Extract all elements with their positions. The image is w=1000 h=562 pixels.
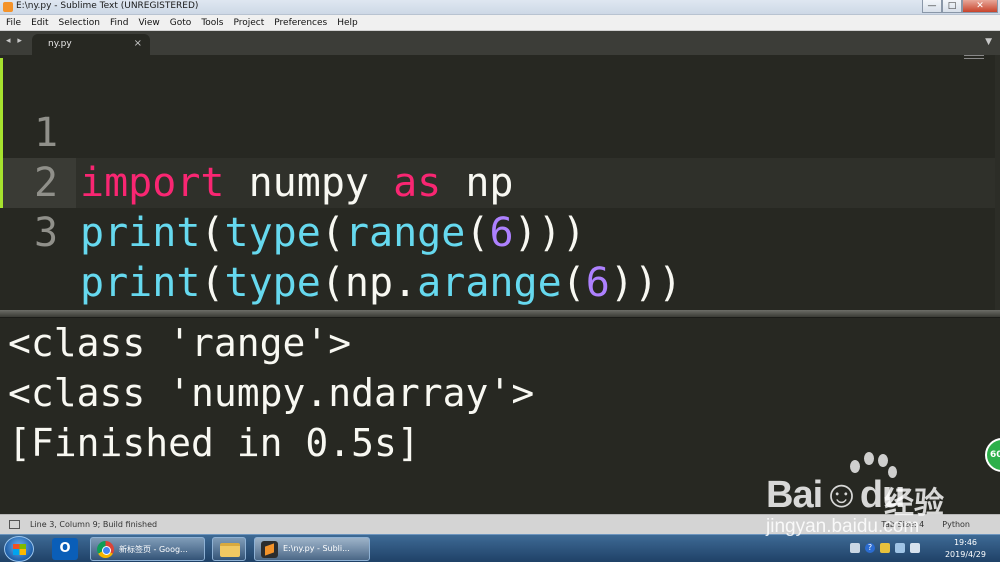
menu-preferences[interactable]: Preferences	[269, 15, 332, 30]
status-bar: Line 3, Column 9; Build finished Tab Siz…	[0, 514, 1000, 534]
line-number: 3	[34, 210, 59, 256]
code-text: print(type(np.arange(6)))	[80, 258, 682, 308]
code-token-plain: )))	[609, 260, 683, 306]
menu-find[interactable]: Find	[105, 15, 133, 30]
panel-splitter[interactable]	[0, 310, 1000, 317]
code-token-fn: type	[224, 260, 321, 306]
status-text: Line 3, Column 9; Build finished	[30, 520, 158, 529]
minimize-button[interactable]: —	[922, 0, 942, 13]
clock-time: 19:46	[953, 538, 978, 547]
output-line: <class 'numpy.ndarray'>	[8, 371, 535, 415]
taskbar-explorer-button[interactable]	[212, 537, 246, 561]
syntax-indicator[interactable]: Python	[942, 520, 970, 529]
clock[interactable]: 19:46 2019/4/29	[945, 537, 986, 561]
code-token-num: 6	[585, 260, 610, 306]
code-token-fn: range	[344, 210, 466, 256]
tab-ny-py[interactable]: ny.py ×	[32, 34, 150, 55]
tab-nav-arrows-icon[interactable]: ◂ ▸	[6, 36, 24, 46]
taskbar-sublime-button[interactable]: E:\ny.py - Subli...	[254, 537, 370, 561]
taskbar-chrome-button[interactable]: 新标签页 - Goog...	[90, 537, 205, 561]
tray-icons: ?	[850, 543, 920, 553]
code-token-plain: (np.	[320, 260, 418, 306]
output-line: [Finished in 0.5s]	[8, 421, 420, 465]
panel-toggle-icon[interactable]	[9, 520, 20, 529]
code-token-plain: (	[320, 210, 345, 256]
code-token-fn: print	[80, 260, 201, 306]
keyboard-icon[interactable]	[850, 543, 860, 553]
title-bar: E:\ny.py - Sublime Text (UNREGISTERED) —…	[0, 0, 1000, 15]
tab-size-indicator[interactable]: Tab Size: 4	[881, 520, 924, 529]
sublime-icon	[261, 541, 278, 558]
window-controls: — □ ✕	[922, 0, 998, 14]
maximize-button[interactable]: □	[942, 0, 962, 13]
taskbar-chrome-label: 新标签页 - Goog...	[119, 545, 188, 554]
code-token-fn: arange	[417, 260, 562, 306]
help-icon[interactable]: ?	[865, 543, 875, 553]
sublime-app-icon	[3, 2, 13, 12]
close-button[interactable]: ✕	[962, 0, 998, 13]
tab-label: ny.py	[48, 39, 72, 49]
menu-bar: File Edit Selection Find View Goto Tools…	[0, 15, 1000, 31]
code-token-plain: )))	[513, 210, 586, 256]
menu-goto[interactable]: Goto	[165, 15, 197, 30]
action-center-flag-icon[interactable]	[880, 543, 890, 553]
code-token-plain: (	[200, 210, 225, 256]
taskbar-sublime-label: E:\ny.py - Subli...	[283, 544, 350, 553]
code-line: 2 print(type(range(6)))	[0, 108, 1000, 256]
chrome-icon	[97, 541, 114, 558]
status-right: Tab Size: 4 Python	[881, 520, 970, 529]
output-line: <class 'range'>	[8, 321, 352, 365]
clock-date: 2019/4/29	[944, 550, 986, 559]
code-line: 3 print(type(np.arange(6)))	[0, 158, 1000, 306]
menu-tools[interactable]: Tools	[196, 15, 228, 30]
tab-close-icon[interactable]: ×	[134, 38, 142, 49]
side-badge-text: 60	[990, 450, 1000, 460]
outlook-icon[interactable]: O	[52, 538, 78, 560]
volume-icon[interactable]	[910, 543, 920, 553]
code-line: 1 import numpy as np	[0, 58, 1000, 206]
windows-logo-icon	[13, 544, 26, 555]
build-output-panel[interactable]: <class 'range'> <class 'numpy.ndarray'> …	[0, 317, 1000, 514]
system-tray: ? 19:46 2019/4/29	[840, 535, 1000, 562]
code-token-fn: print	[80, 210, 201, 256]
tab-bar: ◂ ▸ ny.py × ▼	[0, 31, 1000, 55]
network-icon[interactable]	[895, 543, 905, 553]
menu-view[interactable]: View	[133, 15, 164, 30]
code-token-plain: (	[200, 260, 225, 306]
menu-selection[interactable]: Selection	[54, 15, 105, 30]
code-token-plain: (	[465, 210, 490, 256]
menu-help[interactable]: Help	[332, 15, 363, 30]
start-button[interactable]	[4, 536, 34, 562]
code-token-num: 6	[489, 210, 514, 256]
code-editor[interactable]: 1 import numpy as np 2 print(type(range(…	[0, 55, 1000, 310]
code-text: print(type(range(6)))	[80, 208, 586, 258]
menu-file[interactable]: File	[0, 15, 26, 30]
menu-edit[interactable]: Edit	[26, 15, 53, 30]
tab-overflow-icon[interactable]: ▼	[985, 37, 992, 47]
code-token-plain: (	[561, 260, 586, 306]
window-title: E:\ny.py - Sublime Text (UNREGISTERED)	[16, 1, 199, 11]
taskbar: O 新标签页 - Goog... E:\ny.py - Subli... ? 1…	[0, 534, 1000, 562]
folder-icon	[220, 543, 240, 557]
menu-project[interactable]: Project	[228, 15, 269, 30]
code-token-fn: type	[224, 210, 321, 256]
